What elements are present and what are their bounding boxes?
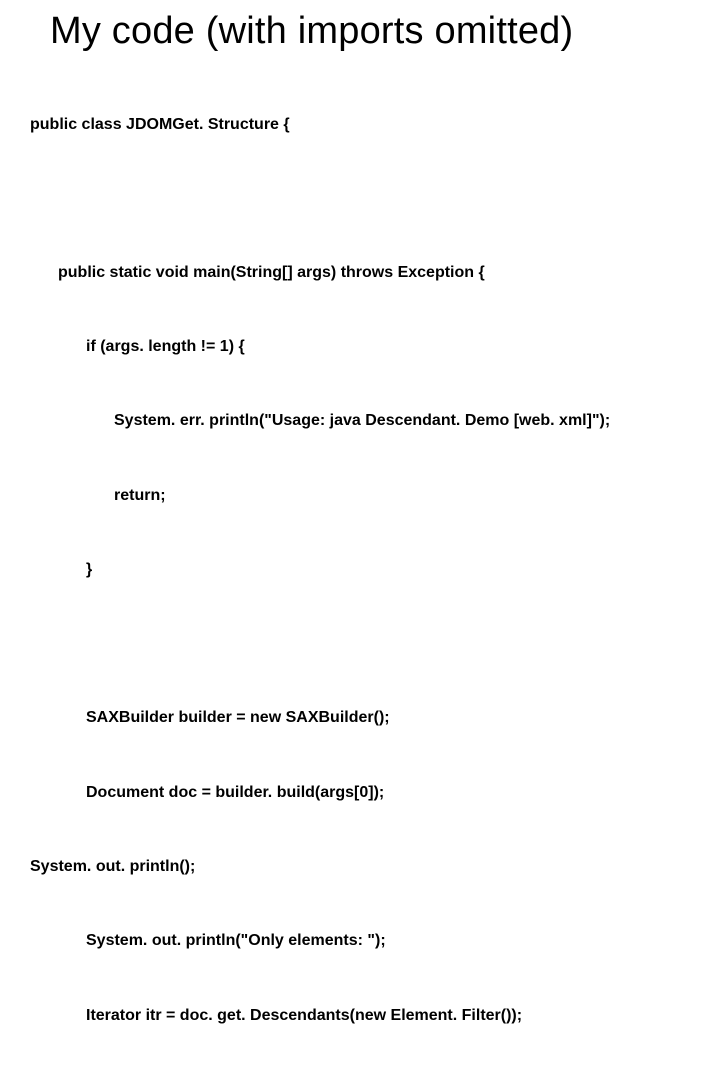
code-line: public static void main(String[] args) t… [58,261,700,286]
code-line: while (itr. has. Next()) { [86,1078,700,1080]
code-line: public class JDOMGet. Structure { [30,113,700,138]
code-line: System. err. println("Usage: java Descen… [114,409,700,434]
code-line: System. out. println(); [30,855,700,880]
code-line: if (args. length != 1) { [86,335,700,360]
slide-title: My code (with imports omitted) [50,10,700,53]
blank-line [30,187,700,211]
code-line: } [86,558,700,583]
code-line: System. out. println("Only elements: "); [86,929,700,954]
code-line: Document doc = builder. build(args[0]); [86,781,700,806]
code-line: SAXBuilder builder = new SAXBuilder(); [86,706,700,731]
code-block: public class JDOMGet. Structure { public… [30,63,700,1080]
code-line: return; [114,484,700,509]
code-line: Iterator itr = doc. get. Descendants(new… [86,1004,700,1029]
slide: My code (with imports omitted) public cl… [0,0,720,540]
blank-line [30,633,700,657]
